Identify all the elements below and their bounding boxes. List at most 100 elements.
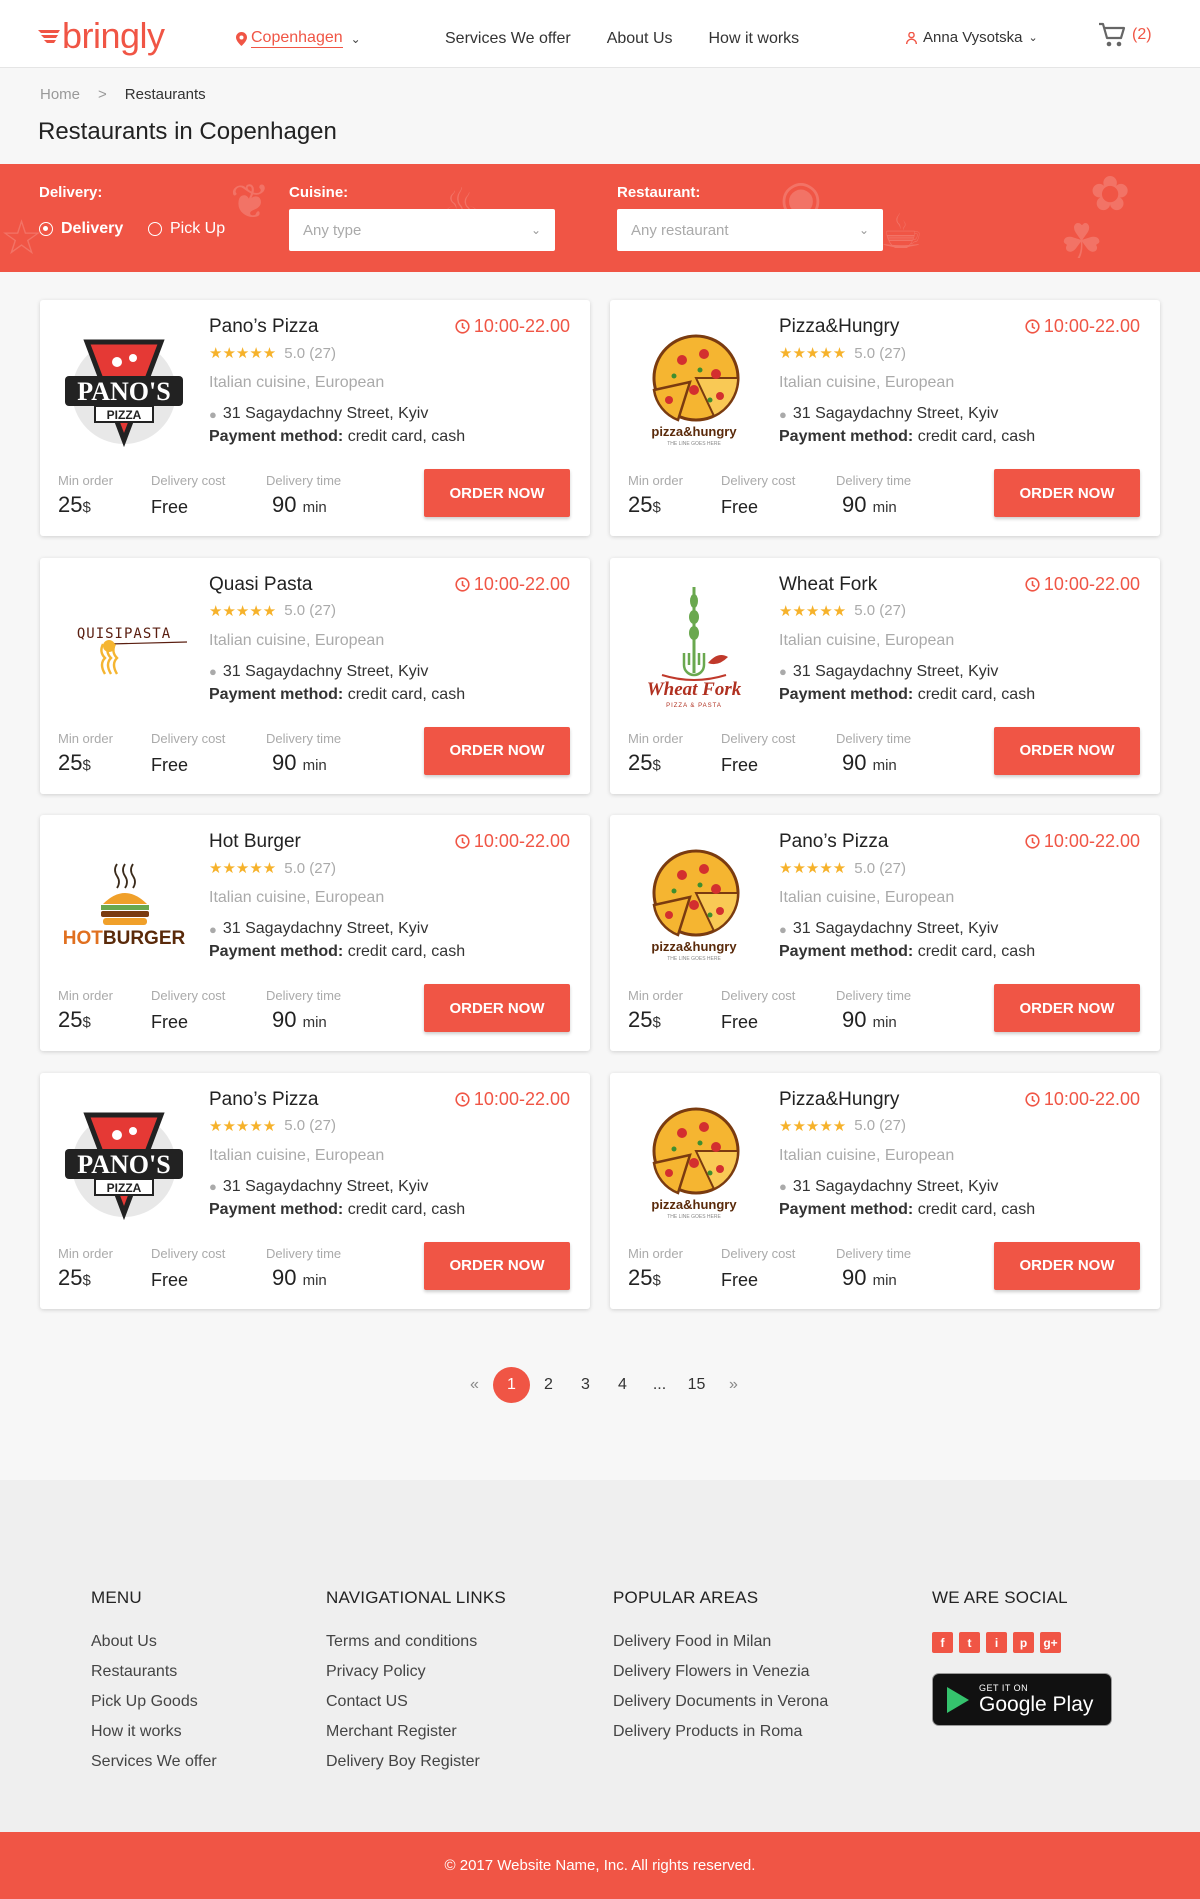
delivery-cost-label: Delivery cost [721, 730, 796, 746]
restaurant-name[interactable]: Pano’s Pizza [209, 1089, 319, 1111]
cart-count: (2) [1132, 26, 1152, 43]
footer-link[interactable]: Delivery Products in Roma [613, 1722, 828, 1741]
restaurant-card[interactable]: pizza&hungry THE LINE GOES HERE Pizza&Hung… [610, 300, 1160, 536]
payment-method: Payment method: credit card, cash [779, 428, 1035, 446]
delivery-cost-value: Free [151, 754, 189, 775]
footer-link[interactable]: Delivery Food in Milan [613, 1632, 828, 1651]
cuisine-select[interactable]: Any type ⌄ [289, 209, 555, 251]
order-now-button[interactable]: ORDER NOW [424, 984, 570, 1032]
restaurant-name[interactable]: Quasi Pasta [209, 574, 313, 596]
footer-link[interactable]: Pick Up Goods [91, 1692, 217, 1711]
restaurant-card[interactable]: pizza&hungry THE LINE GOES HERE Pano’s Piz… [610, 815, 1160, 1051]
pizza-hungry-logo: pizza&hungry THE LINE GOES HERE [651, 849, 740, 962]
order-now-button[interactable]: ORDER NOW [994, 469, 1140, 517]
pagination-page[interactable]: 15 [678, 1367, 715, 1403]
restaurant-card[interactable]: PANO'S PIZZA Pano’s Pizza 10:00-22.00 ★★★★★ 5… [40, 1072, 590, 1309]
pagination-page[interactable]: 1 [493, 1367, 530, 1403]
logo-text-top: PANO'S [77, 1150, 170, 1179]
location-pin-icon: ● [209, 406, 217, 422]
rating-text: 5.0 (27) [854, 1117, 906, 1134]
footer-link[interactable]: Terms and conditions [326, 1632, 506, 1651]
user-menu[interactable]: Anna Vysotska ⌄ [906, 29, 1038, 46]
restaurant-card[interactable]: QUISIPASTA Quasi Pasta 10:00-22.00 ★★★★★ 5.0… [40, 557, 590, 794]
order-now-button[interactable]: ORDER NOW [994, 1241, 1140, 1290]
opening-hours: 10:00-22.00 [1025, 1089, 1140, 1110]
restaurant-name[interactable]: Pizza&Hungry [779, 316, 899, 338]
footer-link[interactable]: Delivery Boy Register [326, 1752, 506, 1771]
restaurant-card[interactable]: HOTBURGER Hot Burger 10:00-22.00 ★★★★★ 5.0 (… [40, 815, 590, 1051]
order-now-button[interactable]: ORDER NOW [424, 469, 570, 517]
brand-name: bringly [62, 15, 165, 56]
logo-text: pizza&hungry [651, 939, 737, 954]
footer-nav: NAVIGATIONAL LINKS Terms and conditions … [326, 1588, 506, 1782]
brand-logo[interactable]: bringly [38, 16, 165, 56]
footer-link[interactable]: Restaurants [91, 1662, 217, 1681]
rating: ★★★★★ 5.0 (27) [209, 344, 336, 363]
pagination-next[interactable]: » [715, 1367, 752, 1403]
restaurant-logo: PANO'S PIZZA [54, 1093, 194, 1233]
restaurant-card[interactable]: pizza&hungry THE LINE GOES HERE Pizza&Hung… [610, 1072, 1160, 1309]
opening-hours: 10:00-22.00 [455, 316, 570, 337]
google-play-badge[interactable]: GET IT ON Google Play [932, 1673, 1112, 1726]
restaurant-logo: pizza&hungry THE LINE GOES HERE [624, 835, 764, 975]
nav-services[interactable]: Services We offer [445, 30, 571, 48]
delivery-cost-value: Free [721, 1012, 759, 1032]
min-order-amount: 25 [58, 492, 83, 517]
restaurant-name[interactable]: Wheat Fork [779, 574, 877, 596]
min-order-amount: 25 [58, 1007, 83, 1032]
footer-link[interactable]: Merchant Register [326, 1722, 506, 1741]
footer-link[interactable]: Delivery Documents in Verona [613, 1692, 828, 1711]
breadcrumb-home[interactable]: Home [40, 86, 80, 103]
footer-link[interactable]: About Us [91, 1632, 217, 1651]
cuisine-text: Italian cuisine, European [209, 889, 385, 906]
restaurant-name[interactable]: Pano’s Pizza [779, 831, 889, 853]
delivery-time-value: 90 min [272, 492, 327, 518]
min-order-label: Min order [58, 473, 113, 488]
footer-link[interactable]: Delivery Flowers in Venezia [613, 1662, 828, 1681]
footer-link[interactable]: How it works [91, 1722, 217, 1741]
restaurant-card[interactable]: PANO'S PIZZA Pano’s Pizza 10:00-22.00 ★★★★★ 5… [40, 300, 590, 536]
delivery-time-label: Delivery time [836, 730, 912, 746]
cart-button[interactable]: (2) [1098, 22, 1152, 48]
nav-how-it-works[interactable]: How it works [709, 30, 800, 48]
payment-method: Payment method: credit card, cash [209, 428, 465, 446]
pinterest-icon[interactable]: p [1013, 1632, 1034, 1653]
order-now-button[interactable]: ORDER NOW [424, 726, 570, 775]
instagram-icon[interactable]: i [986, 1632, 1007, 1653]
google-plus-icon[interactable]: g+ [1040, 1632, 1061, 1653]
clock-icon [455, 319, 470, 334]
pagination-page[interactable]: 4 [604, 1367, 641, 1403]
min-order-value: 25$ [58, 1265, 91, 1291]
address-text: 31 Sagaydachny Street, Kyiv [222, 920, 429, 937]
delivery-cost-label: Delivery cost [721, 988, 796, 1003]
pickup-radio-label: Pick Up [170, 220, 226, 237]
opening-hours-text: 10:00-22.00 [1043, 316, 1140, 336]
pagination-page[interactable]: 3 [567, 1367, 604, 1403]
restaurant-card[interactable]: Wheat Fork PIZZA & PASTA Wheat Fork 10:00-2… [610, 557, 1160, 794]
restaurant-name[interactable]: Hot Burger [209, 831, 301, 853]
facebook-icon[interactable]: f [932, 1632, 953, 1653]
pickup-radio[interactable]: Pick Up [148, 220, 225, 238]
order-now-button[interactable]: ORDER NOW [994, 726, 1140, 775]
delivery-time-amount: 90 [272, 749, 297, 775]
delivery-cost-label: Delivery cost [721, 473, 796, 488]
nav-about[interactable]: About Us [607, 30, 673, 48]
city-selector[interactable]: Copenhagen ⌄ [236, 29, 361, 48]
restaurant-name[interactable]: Pano’s Pizza [209, 316, 319, 338]
delivery-radio[interactable]: Delivery [39, 220, 123, 238]
order-now-button[interactable]: ORDER NOW [994, 984, 1140, 1032]
order-now-button[interactable]: ORDER NOW [424, 1241, 570, 1290]
restaurant-name[interactable]: Pizza&Hungry [779, 1089, 899, 1111]
footer-link[interactable]: Privacy Policy [326, 1662, 506, 1681]
address: ● 31 Sagaydachny Street, Kyiv [209, 1178, 428, 1196]
currency: $ [652, 1271, 661, 1289]
payment-value: credit card, cash [347, 428, 466, 445]
restaurant-select[interactable]: Any restaurant ⌄ [617, 209, 883, 251]
pagination-prev[interactable]: « [456, 1367, 493, 1403]
delivery-cost-label: Delivery cost [151, 1245, 226, 1261]
pagination-page[interactable]: 2 [530, 1367, 567, 1403]
footer-link[interactable]: Contact US [326, 1692, 506, 1711]
pizza-hungry-logo: pizza&hungry THE LINE GOES HERE [651, 334, 740, 447]
footer-link[interactable]: Services We offer [91, 1752, 217, 1771]
twitter-icon[interactable]: t [959, 1632, 980, 1653]
